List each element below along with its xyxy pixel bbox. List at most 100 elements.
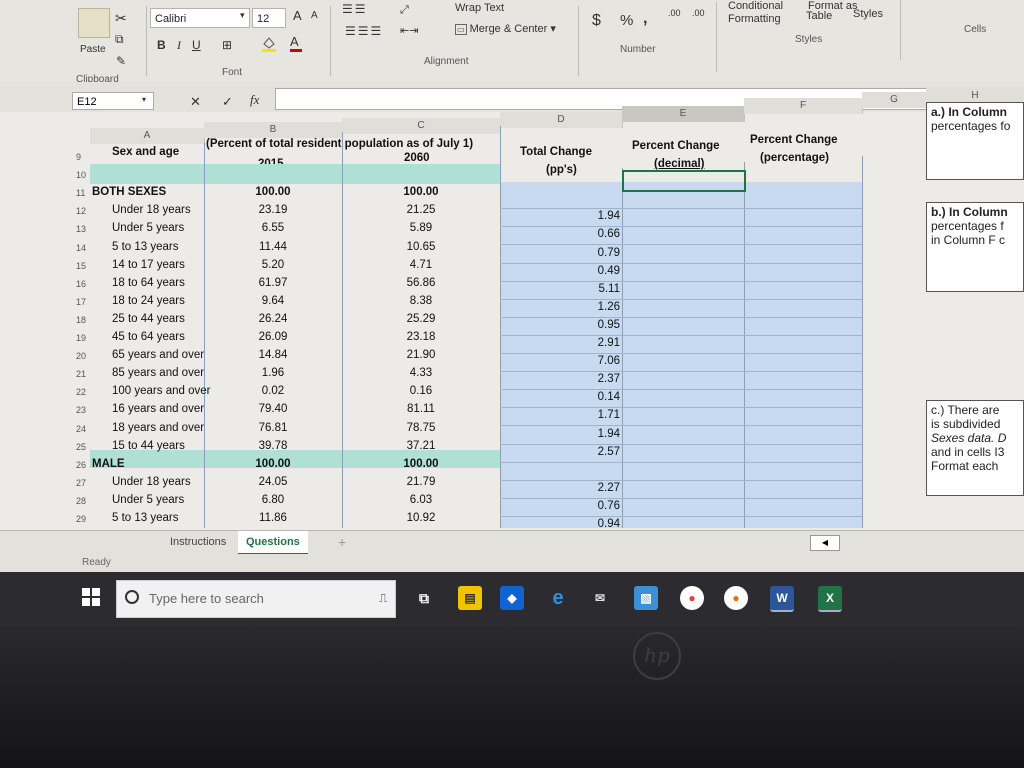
cell-total-change[interactable]: 0.14 (500, 391, 620, 403)
cell-sex-age[interactable]: 18 years and over (112, 422, 204, 434)
cell-sex-age[interactable]: 5 to 13 years (112, 241, 178, 253)
cell-2060[interactable]: 100.00 (342, 186, 500, 198)
mail-icon[interactable]: ✉ (588, 586, 612, 610)
cell-total-change[interactable]: 1.94 (500, 210, 620, 222)
increase-decimal-button[interactable]: .00 (668, 8, 681, 18)
cell-2015[interactable]: 76.81 (204, 422, 342, 434)
column-header-d[interactable]: D (500, 112, 623, 128)
row-number[interactable]: 23 (76, 405, 90, 415)
row-number[interactable]: 9 (76, 152, 90, 162)
spreadsheet-grid[interactable]: A B C D E F G H Sex and age (Percent of … (0, 88, 1024, 535)
column-header-g[interactable]: G (862, 92, 927, 108)
cell-total-change[interactable]: 5.11 (500, 283, 620, 295)
cancel-icon[interactable]: ✕ (190, 94, 201, 110)
cell-2060[interactable]: 6.03 (342, 494, 500, 506)
chrome-icon[interactable]: ● (680, 586, 704, 610)
italic-button[interactable]: I (177, 38, 181, 53)
chevron-down-icon[interactable]: ▾ (240, 10, 245, 21)
cell-total-change[interactable]: 1.94 (500, 428, 620, 440)
windows-start-icon[interactable] (82, 588, 100, 611)
edge-icon[interactable]: e (546, 586, 570, 610)
cell-2015[interactable]: 79.40 (204, 403, 342, 415)
merge-center-button[interactable]: ▭ Merge & Center ▾ (455, 22, 556, 35)
cell-2015[interactable]: 26.09 (204, 331, 342, 343)
cell-sex-age[interactable]: 18 to 64 years (112, 277, 185, 289)
cell-2060[interactable]: 4.71 (342, 259, 500, 271)
cell-sex-age[interactable]: 100 years and over (112, 385, 210, 397)
cell-total-change[interactable]: 2.37 (500, 373, 620, 385)
cell-2015[interactable]: 0.02 (204, 385, 342, 397)
row-number[interactable]: 21 (76, 369, 90, 379)
cell-2015[interactable]: 24.05 (204, 476, 342, 488)
cell-sex-age[interactable]: Under 18 years (112, 204, 191, 216)
bold-button[interactable]: B (157, 38, 166, 52)
tab-questions[interactable]: Questions (238, 531, 308, 555)
paste-icon[interactable] (78, 8, 110, 38)
enter-icon[interactable]: ✓ (222, 94, 233, 110)
cell-2015[interactable]: 9.64 (204, 295, 342, 307)
row-number[interactable]: 29 (76, 514, 90, 524)
cell-2060[interactable]: 23.18 (342, 331, 500, 343)
excel-icon[interactable]: X (818, 586, 842, 612)
cell-total-change[interactable]: 0.94 (500, 518, 620, 530)
grow-font-button[interactable]: A (293, 8, 302, 23)
cell-2060[interactable]: 10.65 (342, 241, 500, 253)
scroll-left-icon[interactable]: ◀ (810, 535, 840, 551)
cut-icon[interactable]: ✂ (115, 10, 127, 27)
taskbar-search[interactable]: Type here to search ⎍ (116, 580, 396, 618)
word-icon[interactable]: W (770, 586, 794, 612)
cell-sex-age[interactable]: 45 to 64 years (112, 331, 185, 343)
column-header-b[interactable]: B (204, 122, 343, 138)
row-number[interactable]: 19 (76, 333, 90, 343)
cell-2060[interactable]: 37.21 (342, 440, 500, 452)
cell-sex-age[interactable]: Under 5 years (112, 222, 184, 234)
row-number[interactable]: 10 (76, 170, 90, 180)
cell-sex-age[interactable]: 16 years and over (112, 403, 204, 415)
cell-2060[interactable]: 81.11 (342, 403, 500, 415)
cell-2060[interactable]: 78.75 (342, 422, 500, 434)
borders-icon[interactable]: ⊞ (222, 38, 232, 52)
dropbox-icon[interactable]: ◆ (500, 586, 524, 610)
cell-2060[interactable]: 56.86 (342, 277, 500, 289)
chevron-down-icon[interactable]: ▾ (142, 95, 146, 104)
cell-total-change[interactable]: 0.66 (500, 228, 620, 240)
cell-2060[interactable]: 21.25 (342, 204, 500, 216)
cell-2060[interactable]: 25.29 (342, 313, 500, 325)
cell-2015[interactable]: 100.00 (204, 186, 342, 198)
cell-sex-age[interactable]: Under 5 years (112, 494, 184, 506)
cell-2015[interactable]: 5.20 (204, 259, 342, 271)
cell-sex-age[interactable]: 5 to 13 years (112, 512, 178, 524)
cell-sex-age[interactable]: Under 18 years (112, 476, 191, 488)
orientation-icon[interactable]: ⤢ (400, 4, 409, 17)
row-number[interactable]: 17 (76, 297, 90, 307)
cell-2015[interactable]: 23.19 (204, 204, 342, 216)
font-name-select[interactable]: Calibri (150, 8, 250, 28)
cell-total-change[interactable]: 2.57 (500, 446, 620, 458)
underline-button[interactable]: U (192, 38, 201, 52)
format-as-table-button[interactable]: Table (806, 10, 832, 22)
row-number[interactable]: 15 (76, 261, 90, 271)
row-number[interactable]: 16 (76, 279, 90, 289)
active-cell-e12[interactable] (622, 170, 746, 192)
cell-2015[interactable]: 100.00 (204, 458, 342, 470)
cell-total-change[interactable]: 0.49 (500, 265, 620, 277)
copy-icon[interactable]: ⧉ (115, 32, 124, 47)
photos-icon[interactable]: ▧ (634, 586, 658, 610)
cell-sex-age[interactable]: 25 to 44 years (112, 313, 185, 325)
row-number[interactable]: 13 (76, 224, 90, 234)
column-header-a[interactable]: A (90, 128, 205, 144)
cell-total-change[interactable]: 1.71 (500, 409, 620, 421)
percent-button[interactable]: % (620, 12, 633, 29)
cell-2060[interactable]: 21.90 (342, 349, 500, 361)
top-align-icon[interactable]: ☰☰ (342, 2, 368, 16)
cell-2015[interactable]: 61.97 (204, 277, 342, 289)
cell-2060[interactable]: 5.89 (342, 222, 500, 234)
tab-instructions[interactable]: Instructions (162, 531, 234, 553)
cell-2015[interactable]: 39.78 (204, 440, 342, 452)
cell-total-change[interactable]: 2.91 (500, 337, 620, 349)
row-number[interactable]: 18 (76, 315, 90, 325)
fill-color-icon[interactable] (262, 36, 276, 52)
column-header-c[interactable]: C (342, 118, 501, 134)
row-number[interactable]: 27 (76, 478, 90, 488)
insert-function-button[interactable]: fx (250, 92, 259, 108)
